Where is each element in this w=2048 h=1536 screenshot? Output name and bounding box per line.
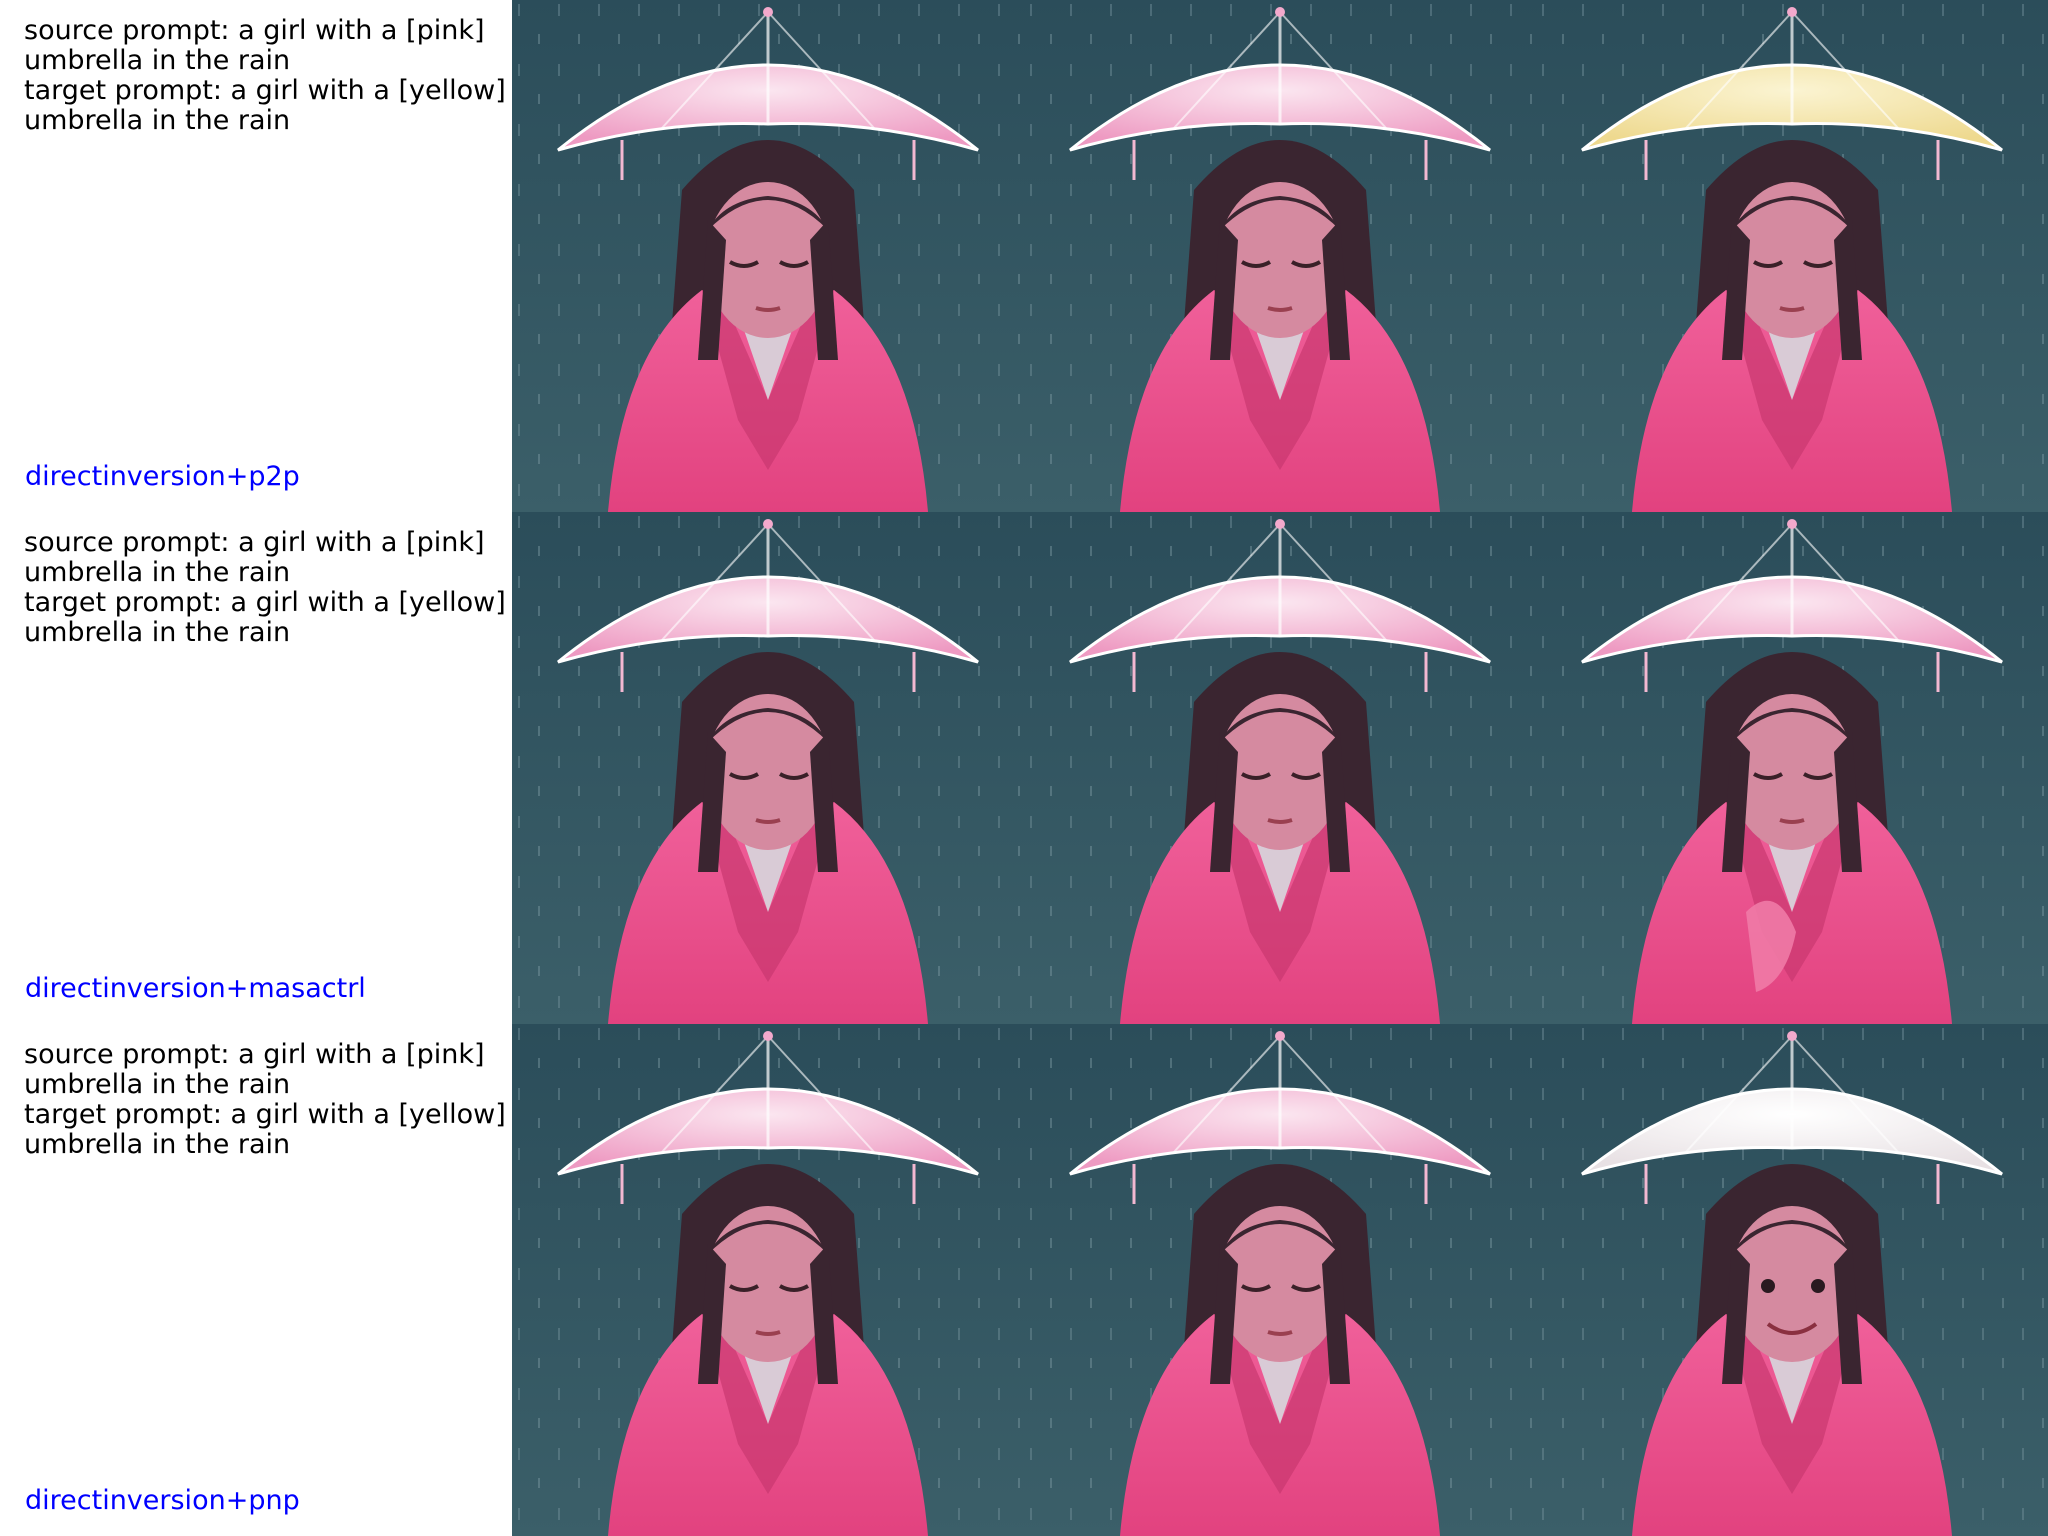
prompt-panel: source prompt: a girl with a [pink] umbr… — [0, 1024, 512, 1536]
edited-image — [1536, 1024, 2048, 1536]
prompt-text: source prompt: a girl with a [pink] umbr… — [24, 527, 506, 648]
target-prompt-line2: umbrella in the rain — [24, 105, 291, 136]
comparison-row: source prompt: a girl with a [pink] umbr… — [0, 0, 2048, 512]
edited-image — [1536, 0, 2048, 512]
target-prompt-line1: target prompt: a girl with a [yellow] — [24, 1099, 506, 1130]
source-image — [512, 1024, 1024, 1536]
source-prompt-line2: umbrella in the rain — [24, 557, 291, 588]
source-prompt-line2: umbrella in the rain — [24, 45, 291, 76]
reconstructed-image — [1024, 1024, 1536, 1536]
source-prompt-line1: source prompt: a girl with a [pink] — [24, 1039, 485, 1070]
method-label: directinversion+p2p — [25, 461, 300, 492]
prompt-text: source prompt: a girl with a [pink] umbr… — [24, 15, 506, 136]
source-prompt-line2: umbrella in the rain — [24, 1069, 291, 1100]
target-prompt-line2: umbrella in the rain — [24, 617, 291, 648]
target-prompt-line2: umbrella in the rain — [24, 1129, 291, 1160]
target-prompt-line1: target prompt: a girl with a [yellow] — [24, 587, 506, 618]
method-label: directinversion+pnp — [25, 1485, 300, 1516]
prompt-panel: source prompt: a girl with a [pink] umbr… — [0, 512, 512, 1024]
method-label: directinversion+masactrl — [25, 973, 366, 1004]
comparison-row: source prompt: a girl with a [pink] umbr… — [0, 1024, 2048, 1536]
source-image — [512, 512, 1024, 1024]
reconstructed-image — [1024, 512, 1536, 1024]
edited-image — [1536, 512, 2048, 1024]
comparison-row: source prompt: a girl with a [pink] umbr… — [0, 512, 2048, 1024]
target-prompt-line1: target prompt: a girl with a [yellow] — [24, 75, 506, 106]
source-prompt-line1: source prompt: a girl with a [pink] — [24, 527, 485, 558]
source-prompt-line1: source prompt: a girl with a [pink] — [24, 15, 485, 46]
prompt-text: source prompt: a girl with a [pink] umbr… — [24, 1039, 506, 1160]
prompt-panel: source prompt: a girl with a [pink] umbr… — [0, 0, 512, 512]
reconstructed-image — [1024, 0, 1536, 512]
source-image — [512, 0, 1024, 512]
